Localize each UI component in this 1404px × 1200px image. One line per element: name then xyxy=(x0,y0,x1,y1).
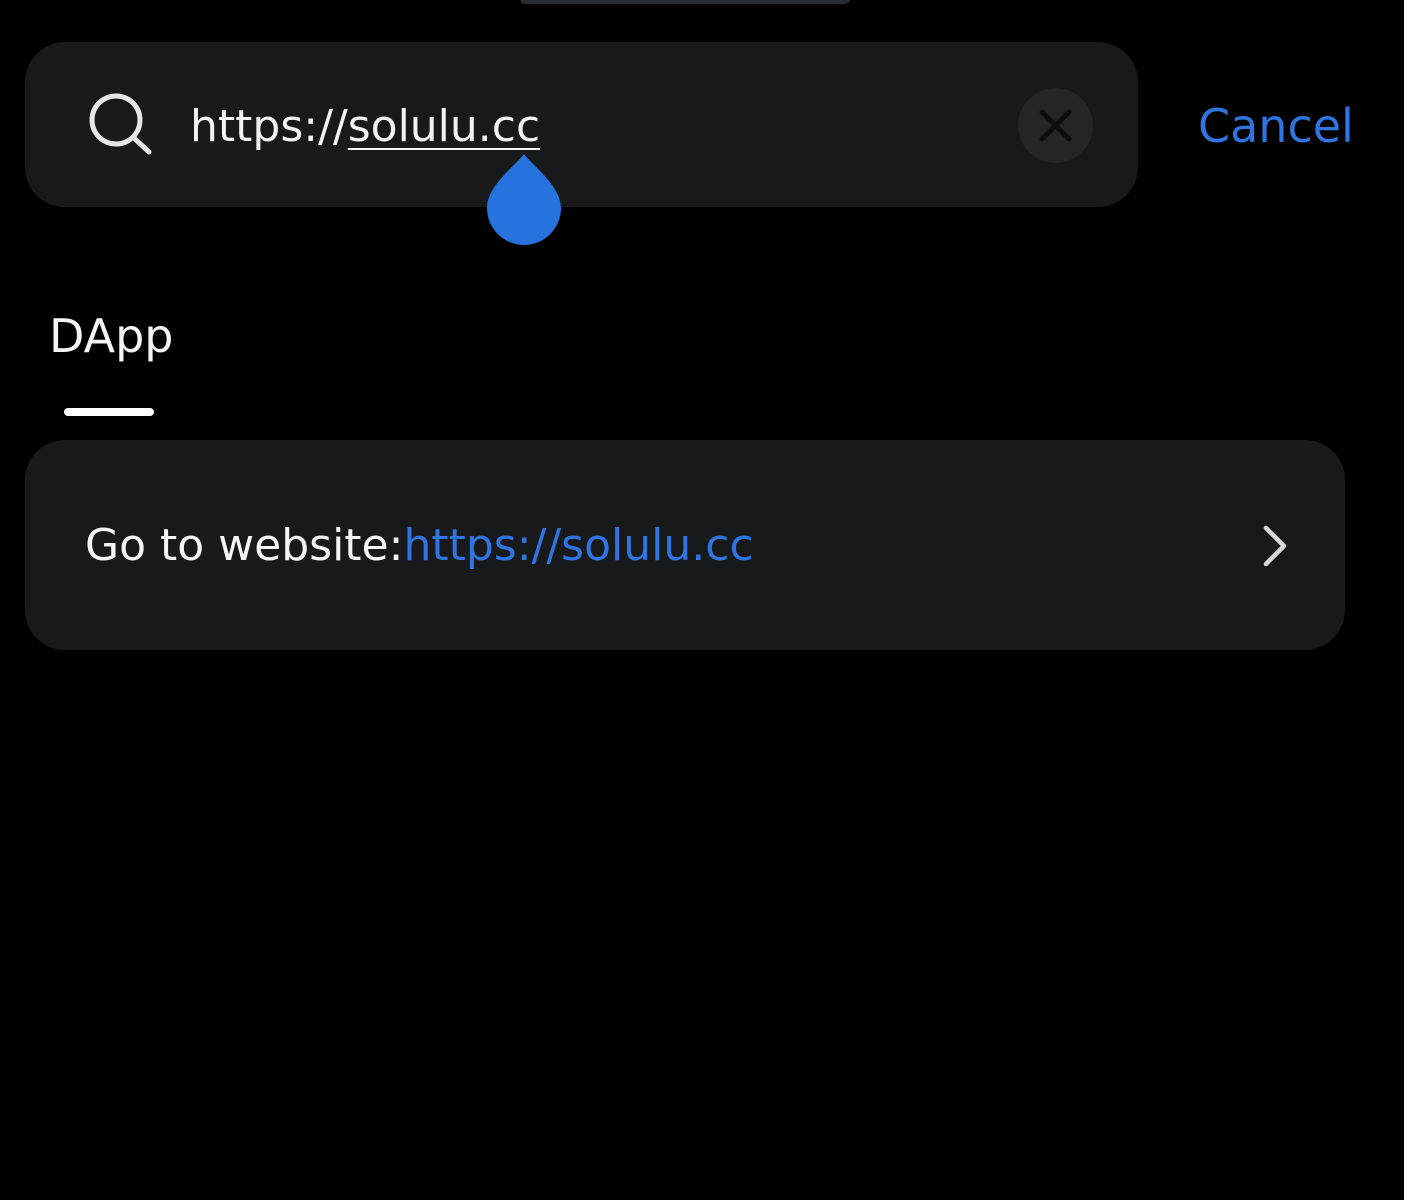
sheet-handle xyxy=(520,0,850,4)
tab-dapp[interactable]: DApp xyxy=(49,306,173,366)
tab-active-indicator xyxy=(64,408,154,416)
close-icon xyxy=(1039,109,1072,142)
cancel-button[interactable]: Cancel xyxy=(1198,96,1354,156)
go-to-website-url: https://solulu.cc xyxy=(403,520,754,571)
search-input-prefix: https:// xyxy=(190,101,348,152)
search-icon xyxy=(89,93,152,155)
search-screen: https://solulu.cc Cancel DApp Go to webs… xyxy=(0,0,1404,1200)
chevron-right-icon xyxy=(1263,525,1287,567)
text-cursor-handle[interactable] xyxy=(485,152,563,246)
go-to-website-text: Go to website:https://solulu.cc xyxy=(85,515,754,577)
go-to-website-label: Go to website: xyxy=(85,520,404,571)
search-input-selection: solulu.cc xyxy=(347,101,541,152)
clear-search-button[interactable] xyxy=(1018,88,1093,163)
